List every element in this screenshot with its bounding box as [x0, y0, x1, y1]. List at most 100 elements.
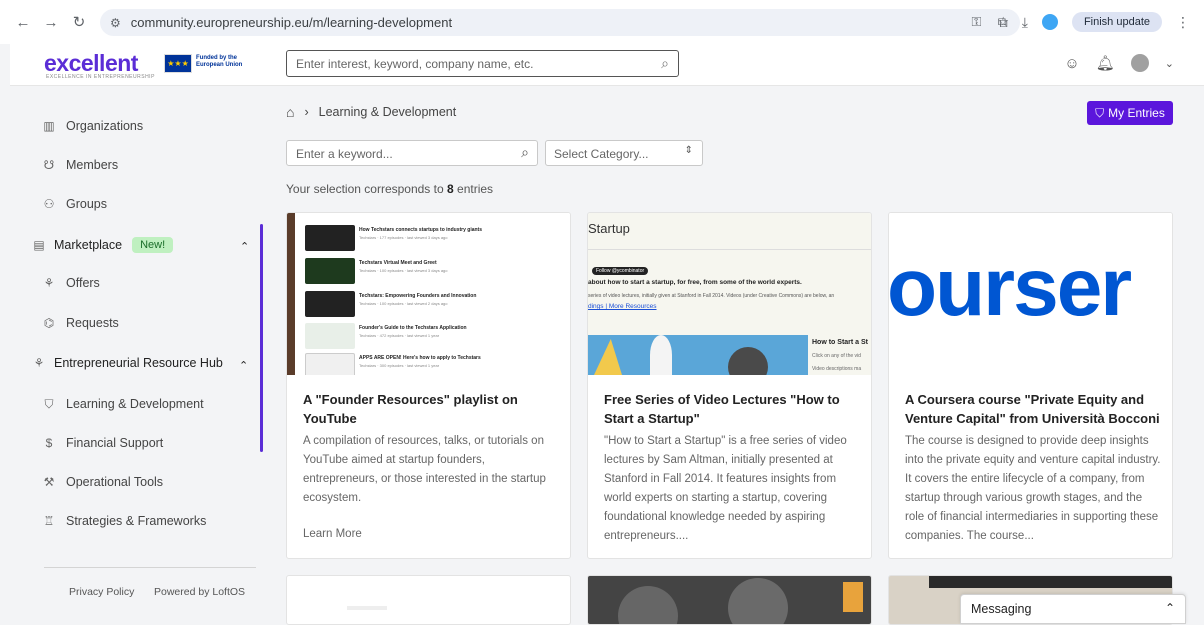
keyword-search-input[interactable]: Enter a keyword... ⌕	[286, 140, 538, 166]
playlist-meta: Techstars · 100 episodes · last viewed 3…	[359, 268, 448, 273]
thumb-rocket	[650, 335, 672, 375]
search-icon[interactable]: ⌕	[661, 55, 669, 72]
groups-icon: ⚇	[43, 197, 55, 211]
chevron-up-icon[interactable]: ⌃	[1165, 601, 1175, 615]
playlist-meta: Techstars · 177 episodes · last viewed 3…	[359, 235, 448, 240]
thumb-side-text: Video descriptions ma	[812, 366, 862, 372]
key-icon[interactable]: ⚿	[971, 14, 981, 30]
card-thumbnail	[728, 578, 788, 624]
search-icon[interactable]: ⌕	[521, 144, 529, 161]
playlist-thumb	[305, 225, 355, 251]
card-thumbnail	[929, 576, 1172, 588]
reload-icon[interactable]: ↻	[68, 11, 90, 33]
resource-card[interactable]: ourser A Coursera course "Private Equity…	[888, 212, 1173, 559]
url-text: community.europreneurship.eu/m/learning-…	[130, 15, 453, 30]
browser-actions: ⧉ ⤓ Finish update ⋮	[998, 0, 1190, 44]
sidebar-item-organizations[interactable]: ▥ Organizations	[43, 119, 143, 133]
forward-icon[interactable]: →	[40, 11, 62, 33]
sidebar-item-groups[interactable]: ⚇ Groups	[44, 197, 107, 211]
privacy-policy-link[interactable]: Privacy Policy	[69, 586, 134, 598]
home-icon[interactable]: ⌂	[286, 104, 294, 120]
chat-icon[interactable]: ☺	[1064, 55, 1079, 72]
thumb-divider	[588, 249, 871, 250]
profile-icon[interactable]	[1041, 14, 1058, 30]
selection-prefix: Your selection corresponds to	[286, 182, 444, 196]
menu-dots-icon[interactable]: ⋮	[1176, 14, 1190, 31]
sidebar-scrollbar[interactable]	[260, 224, 263, 452]
global-search-input[interactable]: Enter interest, keyword, company name, e…	[286, 50, 679, 77]
thumb-line: series of video lectures, initially give…	[588, 293, 835, 299]
sidebar-item-strategies-frameworks[interactable]: ♖ Strategies & Frameworks	[44, 514, 207, 528]
updown-icon: ⇕	[684, 145, 693, 156]
category-select[interactable]: Select Category... ⇕	[545, 140, 703, 166]
resource-card[interactable]: Startup Follow @ycombinator about how to…	[587, 212, 872, 559]
breadcrumb: ⌂ › Learning & Development	[286, 104, 456, 120]
card-thumbnail	[618, 586, 678, 624]
playlist-meta: Techstars · 100 episodes · last viewed 2…	[359, 301, 448, 306]
finish-update-button[interactable]: Finish update	[1071, 12, 1162, 32]
playlist-title: Techstars: Empowering Founders and Innov…	[359, 293, 477, 299]
card-thumbnail	[347, 606, 387, 610]
sidebar: ▥ Organizations ☋ Members ⚇ Groups ▤ Mar…	[10, 86, 264, 617]
members-icon: ☋	[43, 158, 55, 172]
thumb-side-title: How to Start a St	[812, 339, 869, 346]
thumb-links: dings | More Resources	[588, 303, 657, 310]
graduation-icon: ⛉	[1095, 105, 1105, 120]
card-thumbnail	[843, 582, 863, 612]
thumb-side-text: Click on any of the vid	[812, 353, 861, 359]
category-placeholder: Select Category...	[554, 147, 649, 161]
sidebar-item-label: Offers	[66, 276, 100, 290]
card-title[interactable]: A "Founder Resources" playlist on YouTub…	[303, 390, 558, 428]
learn-more-link[interactable]: Learn More	[303, 528, 362, 540]
sidebar-item-learning-development[interactable]: ⛉ Learning & Development	[44, 397, 203, 412]
store-icon: ▤	[33, 238, 45, 252]
sidebar-item-operational-tools[interactable]: ⚒ Operational Tools	[44, 475, 164, 489]
thumb-shape	[594, 339, 622, 375]
section-label: Entrepreneurial Resource Hub	[54, 356, 223, 370]
sidebar-item-members[interactable]: ☋ Members	[44, 158, 119, 172]
playlist-thumb	[305, 353, 355, 375]
sidebar-item-label: Operational Tools	[66, 475, 164, 489]
sidebar-section-marketplace[interactable]: ▤ Marketplace New!	[33, 237, 174, 253]
download-icon[interactable]: ⤓	[1022, 14, 1028, 31]
sidebar-divider	[44, 567, 256, 568]
messaging-label: Messaging	[971, 602, 1032, 616]
resource-card[interactable]: How Techstars connects startups to indus…	[286, 212, 571, 559]
dollar-icon: $	[45, 436, 53, 450]
card-thumbnail: Startup Follow @ycombinator about how to…	[588, 213, 871, 375]
sidebar-item-label: Strategies & Frameworks	[66, 514, 207, 528]
sidebar-item-label: Requests	[66, 316, 119, 330]
avatar[interactable]	[1130, 54, 1149, 72]
powered-by-link[interactable]: Powered by LoftOS	[154, 586, 245, 598]
global-search-placeholder: Enter interest, keyword, company name, e…	[296, 57, 534, 71]
sidebar-section-resource-hub[interactable]: ⚘ Entrepreneurial Resource Hub	[34, 356, 223, 370]
sidebar-item-financial-support[interactable]: $ Financial Support	[46, 436, 164, 450]
card-title[interactable]: A Coursera course "Private Equity and Ve…	[905, 390, 1160, 428]
sidebar-item-label: Groups	[66, 197, 107, 211]
resource-card[interactable]	[587, 575, 872, 625]
sidebar-item-label: Members	[66, 158, 119, 172]
my-entries-button[interactable]: ⛉ My Entries	[1087, 101, 1173, 125]
resource-card[interactable]	[286, 575, 571, 625]
card-title[interactable]: Free Series of Video Lectures "How to St…	[604, 390, 859, 428]
selection-suffix: entries	[457, 182, 494, 196]
chevron-down-icon[interactable]: ⌄	[1165, 57, 1174, 70]
strategy-icon: ♖	[43, 514, 55, 528]
site-info-icon[interactable]: ⚙	[110, 16, 121, 30]
extensions-icon[interactable]: ⧉	[998, 14, 1008, 31]
chevron-up-icon[interactable]: ⌃	[239, 359, 248, 372]
chevron-up-icon[interactable]: ⌃	[240, 240, 249, 253]
browser-chrome: ← → ↻ ⚙ community.europreneurship.eu/m/l…	[0, 0, 1204, 44]
playlist-thumb	[305, 258, 355, 284]
messaging-widget[interactable]: Messaging ⌃	[960, 594, 1186, 624]
thumb-follow-button: Follow @ycombinator	[592, 267, 649, 275]
logo[interactable]: excellent	[44, 50, 138, 77]
selection-count-text: Your selection corresponds to 8 entries	[286, 182, 493, 196]
thumb-edge	[287, 213, 295, 375]
back-icon[interactable]: ←	[12, 11, 34, 33]
bell-icon[interactable]: 🔔︎	[1096, 54, 1115, 72]
sidebar-item-offers[interactable]: ⚘ Offers	[44, 276, 100, 290]
address-bar[interactable]: ⚙ community.europreneurship.eu/m/learnin…	[100, 9, 1020, 36]
new-badge: New!	[132, 237, 174, 253]
sidebar-item-requests[interactable]: ⌬ Requests	[44, 316, 119, 330]
